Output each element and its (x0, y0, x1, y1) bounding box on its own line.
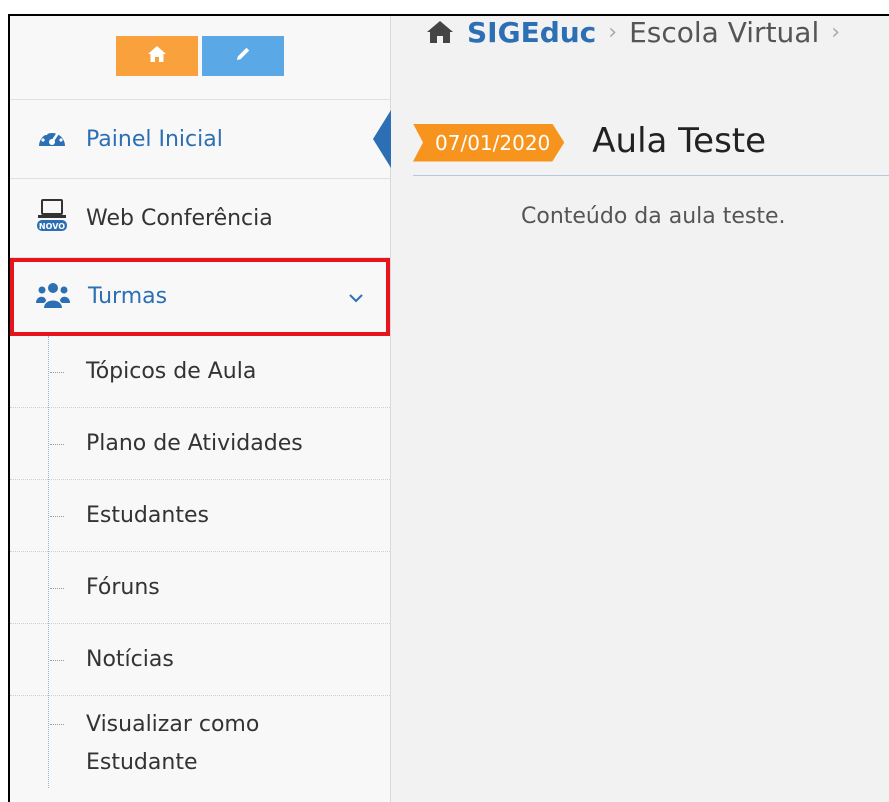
sidebar-item-label: Web Conferência (86, 205, 273, 231)
pencil-icon (234, 45, 252, 67)
submenu-item-label: Visualizar como Estudante (86, 712, 260, 775)
breadcrumb: SIGEduc › Escola Virtual › (391, 16, 889, 72)
breadcrumb-separator: › (608, 19, 618, 45)
page-title: Aula Teste (592, 120, 767, 161)
submenu-item-topicos-de-aula[interactable]: Tópicos de Aula (10, 336, 390, 408)
chevron-down-icon (348, 288, 364, 307)
dashboard-icon (36, 124, 68, 154)
laptop-icon: NOVO (36, 198, 68, 238)
submenu-item-label: Notícias (86, 647, 174, 672)
breadcrumb-current-link[interactable]: Escola Virtual (629, 16, 819, 49)
sidebar-item-painel-inicial[interactable]: Painel Inicial (10, 100, 391, 179)
lesson-date-badge: 07/01/2020 (413, 124, 564, 162)
sidebar: Painel Inicial NOVO Web Conferência Turm… (10, 16, 391, 802)
submenu-item-label: Plano de Atividades (86, 431, 303, 456)
lesson-content: Conteúdo da aula teste. (521, 204, 786, 229)
submenu-item-estudantes[interactable]: Estudantes (10, 480, 390, 552)
submenu-item-label: Tópicos de Aula (86, 359, 257, 384)
submenu-item-label: Fóruns (86, 575, 160, 600)
sidebar-item-label: Turmas (88, 284, 168, 309)
submenu-item-visualizar-como-estudante[interactable]: Visualizar como Estudante (10, 696, 390, 788)
submenu-item-noticias[interactable]: Notícias (10, 624, 390, 696)
shortcut-bar (10, 16, 390, 100)
active-indicator (373, 110, 391, 168)
home-icon[interactable] (425, 19, 455, 45)
breadcrumb-root-link[interactable]: SIGEduc (467, 16, 596, 49)
sidebar-item-label: Painel Inicial (86, 126, 223, 152)
breadcrumb-separator: › (831, 19, 841, 45)
users-icon (36, 281, 70, 313)
submenu-item-foruns[interactable]: Fóruns (10, 552, 390, 624)
edit-shortcut-button[interactable] (202, 36, 284, 76)
turmas-submenu: Tópicos de Aula Plano de Atividades Estu… (10, 336, 390, 788)
lesson-header: 07/01/2020 Aula Teste (413, 106, 889, 176)
submenu-item-plano-de-atividades[interactable]: Plano de Atividades (10, 408, 390, 480)
home-shortcut-button[interactable] (116, 36, 198, 76)
sidebar-item-web-conferencia[interactable]: NOVO Web Conferência (10, 179, 390, 258)
main-content: SIGEduc › Escola Virtual › 07/01/2020 Au… (391, 16, 889, 802)
submenu-item-label: Estudantes (86, 503, 209, 528)
home-icon (147, 45, 167, 67)
app-frame: Painel Inicial NOVO Web Conferência Turm… (8, 14, 889, 802)
sidebar-item-turmas[interactable]: Turmas (10, 258, 390, 336)
new-badge: NOVO (39, 222, 65, 231)
